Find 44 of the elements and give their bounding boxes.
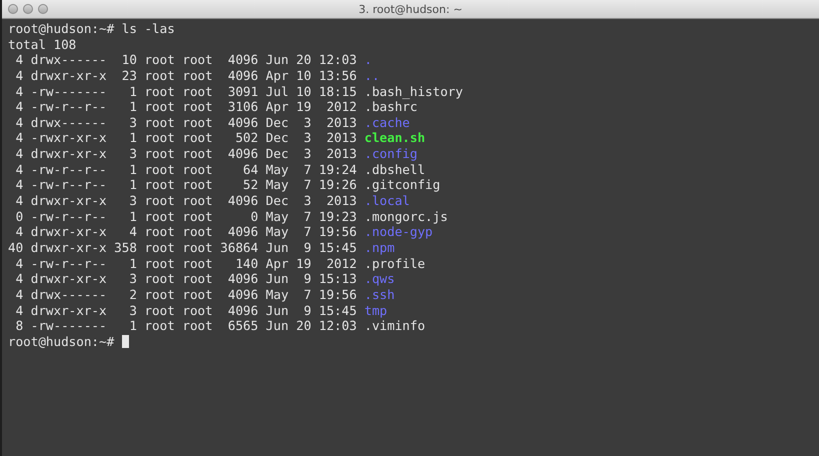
file-details: 4 drwxr-xr-x 4 root root 4096 May 7 19:56 [14,224,357,240]
file-details: 8 -rw------- 1 root root 6565 Jun 20 12:03 [14,318,357,334]
file-details: 4 -rw-r--r-- 1 root root 52 May 7 19:26 [14,177,357,192]
window-title: 3. root@hudson: ~ [358,2,462,16]
file-name: .cache [364,114,410,130]
file-details: 0 -rw-r--r-- 1 root root 0 May 7 19:23 [14,208,357,224]
file-details: 4 -rw-r--r-- 1 root root 64 May 7 19:24 [14,162,357,177]
file-details: 40 drwxr-xr-x 358 root root 36864 Jun 9 15:45 [8,240,357,255]
file-details: 4 drwx------ 10 root root 4096 Jun 20 12:03 [14,52,357,68]
file-name: .dbshell [364,162,426,177]
file-name: .bash_history [364,84,463,99]
file-name: .mongorc.js [364,208,448,224]
file-details: 4 drwxr-xr-x 3 root root 4096 Dec 3 2013 [14,146,357,162]
file-name: .npm [364,240,395,255]
file-details: 4 drwxr-xr-x 3 root root 4096 Dec 3 2013 [14,193,357,208]
file-name: tmp [364,302,388,318]
file-name: . [364,52,372,68]
file-name: .. [364,68,380,83]
file-name: .local [364,193,410,208]
file-name: .profile [364,256,426,271]
file-name: .qws [364,271,395,286]
file-name: clean.sh [364,130,426,146]
close-button[interactable] [8,4,18,14]
file-details: 4 drwxr-xr-x 23 root root 4096 Apr 10 13:56 [14,68,357,83]
zoom-button[interactable] [38,4,48,14]
command-line: root@hudson:~# ls -las [8,21,175,36]
file-details: 4 drwx------ 3 root root 4096 Dec 3 2013 [14,114,357,130]
text-cursor [122,334,129,348]
file-details: 4 drwxr-xr-x 3 root root 4096 Jun 9 15:13 [14,271,357,286]
file-details: 4 -rw------- 1 root root 3091 Jul 10 18:15 [14,84,357,99]
file-name: .gitconfig [364,177,440,192]
file-details: 4 drwxr-xr-x 3 root root 4096 Jun 9 15:45 [14,302,357,318]
file-details: 4 -rwxr-xr-x 1 root root 502 Dec 3 2013 [14,130,357,146]
total-line: total 108 [8,36,76,52]
file-name: .bashrc [364,99,418,114]
file-details: 4 drwx------ 2 root root 4096 May 7 19:56 [14,286,357,302]
minimize-button[interactable] [23,4,33,14]
file-name: .ssh [364,286,395,302]
prompt: root@hudson:~# [8,334,114,349]
file-details: 4 -rw-r--r-- 1 root root 3106 Apr 19 2012 [14,99,357,114]
file-name: .viminfo [364,318,426,334]
file-name: .config [364,146,418,162]
file-details: 4 -rw-r--r-- 1 root root 140 Apr 19 2012 [14,256,357,271]
file-name: .node-gyp [364,224,433,240]
